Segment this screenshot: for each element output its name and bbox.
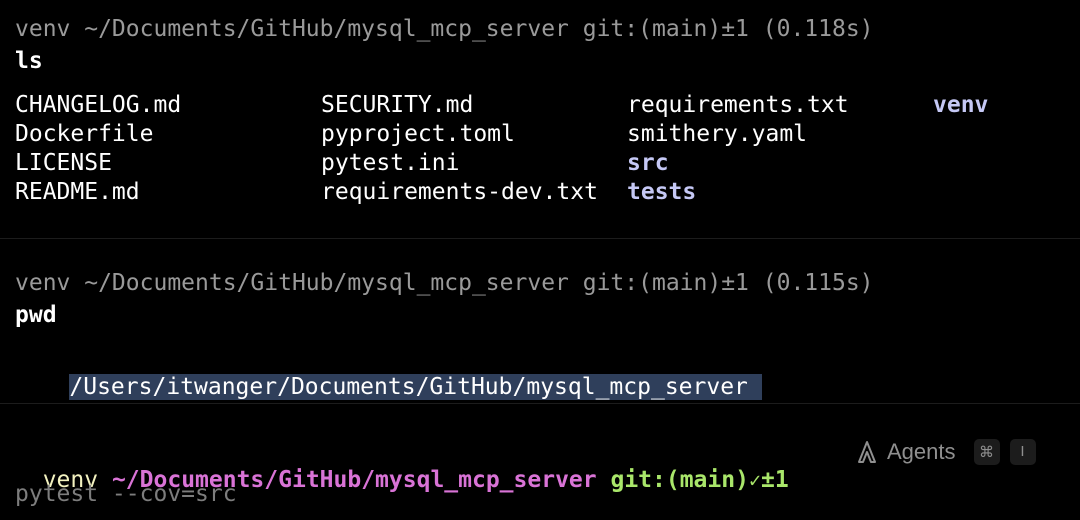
block-prompt: venv ~/Documents/GitHub/mysql_mcp_server… xyxy=(15,270,874,296)
live-prompt: venv ~/Documents/GitHub/mysql_mcp_server… xyxy=(15,437,789,493)
pwd-output[interactable]: /Users/itwanger/Documents/GitHub/mysql_m… xyxy=(14,344,762,400)
selected-text[interactable]: /Users/itwanger/Documents/GitHub/mysql_m… xyxy=(69,374,762,400)
list-item-dir: tests xyxy=(627,179,697,205)
shortcut-key: I xyxy=(1009,438,1036,465)
checkmark-icon: ✓ xyxy=(748,468,761,492)
command-key-icon: ⌘ xyxy=(973,438,1000,465)
block-command: ls xyxy=(15,48,43,74)
prompt-git-dirty: ±1 xyxy=(761,467,789,493)
list-item: LICENSE xyxy=(15,150,112,176)
list-item: pytest.ini xyxy=(321,150,460,176)
block-separator xyxy=(0,403,1080,404)
list-item-dir: venv xyxy=(933,92,989,118)
list-item: pyproject.toml xyxy=(321,121,515,147)
agents-button[interactable]: Agents ⌘ I xyxy=(856,437,1036,466)
agents-label: Agents xyxy=(887,438,956,464)
terminal-block-pwd[interactable]: venv ~/Documents/GitHub/mysql_mcp_server… xyxy=(0,239,1080,403)
terminal-block-ls[interactable]: venv ~/Documents/GitHub/mysql_mcp_server… xyxy=(0,0,1080,238)
block-prompt: venv ~/Documents/GitHub/mysql_mcp_server… xyxy=(15,16,874,42)
list-item: SECURITY.md xyxy=(321,92,474,118)
list-item: requirements-dev.txt xyxy=(321,179,598,205)
block-command: pwd xyxy=(15,302,57,328)
list-item: smithery.yaml xyxy=(627,121,808,147)
agent-icon xyxy=(858,440,876,463)
prompt-git-branch: git:(main) xyxy=(610,467,749,493)
list-item: Dockerfile xyxy=(15,121,154,147)
list-item: requirements.txt xyxy=(627,92,849,118)
list-item: CHANGELOG.md xyxy=(15,92,182,118)
list-item: README.md xyxy=(15,179,140,205)
list-item-dir: src xyxy=(627,150,669,176)
command-input[interactable]: pytest --cov=src xyxy=(15,480,237,509)
